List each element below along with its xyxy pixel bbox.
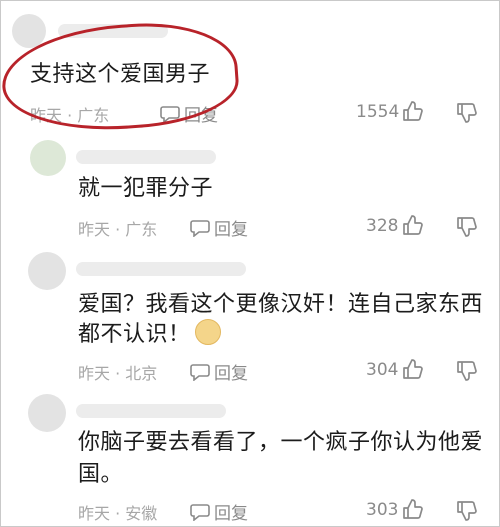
thumbs-down-icon[interactable]: [456, 500, 478, 522]
thumbs-down-icon[interactable]: [456, 216, 478, 238]
comment-text: 你脑子要去看看了，一个疯子你认为他爱: [78, 430, 484, 455]
username-blurred[interactable]: [76, 404, 226, 418]
comment-text: 国。: [78, 462, 124, 487]
username-blurred[interactable]: [58, 24, 168, 38]
comment-text: 支持这个爱国男子: [30, 62, 211, 87]
username-blurred[interactable]: [76, 262, 246, 276]
comment-meta: 昨天 · 北京: [78, 364, 158, 383]
username-blurred[interactable]: [76, 150, 216, 164]
reply-label: 回复: [214, 220, 248, 240]
user-avatar[interactable]: [28, 252, 66, 290]
thumbs-down-icon[interactable]: [456, 360, 478, 382]
like-count: 304: [366, 360, 399, 380]
like-count: 1554: [356, 102, 400, 122]
like-count: 303: [366, 500, 399, 520]
comment-meta: 昨天 · 广东: [30, 106, 110, 125]
doge-emoji-icon: [194, 319, 221, 345]
user-avatar[interactable]: [28, 394, 66, 432]
thumbs-up-icon[interactable]: [402, 214, 424, 236]
reply-label: 回复: [184, 106, 218, 126]
comment-text: 都不认识！: [78, 318, 221, 352]
reply-label: 回复: [214, 364, 248, 384]
reply-button[interactable]: 回复: [190, 499, 248, 524]
speech-bubble-icon: [190, 219, 210, 237]
thumbs-up-icon[interactable]: [402, 100, 424, 122]
reply-button[interactable]: 回复: [160, 101, 218, 126]
comment-text-line2: 都不认识！: [78, 322, 191, 347]
reply-button[interactable]: 回复: [190, 359, 248, 384]
thumbs-up-icon[interactable]: [402, 358, 424, 380]
user-avatar[interactable]: [12, 14, 46, 48]
user-avatar[interactable]: [30, 140, 66, 176]
comment-meta: 昨天 · 安徽: [78, 504, 158, 523]
speech-bubble-icon: [190, 363, 210, 381]
comment-meta: 昨天 · 广东: [78, 220, 158, 239]
comment-text: 爱国？我看这个更像汉奸！连自己家东西: [78, 292, 484, 317]
speech-bubble-icon: [190, 503, 210, 521]
reply-button[interactable]: 回复: [190, 215, 248, 240]
like-count: 328: [366, 216, 399, 236]
thumbs-up-icon[interactable]: [402, 498, 424, 520]
thumbs-down-icon[interactable]: [456, 102, 478, 124]
reply-label: 回复: [214, 504, 248, 524]
comment-text: 就一犯罪分子: [78, 176, 214, 201]
speech-bubble-icon: [160, 105, 180, 123]
